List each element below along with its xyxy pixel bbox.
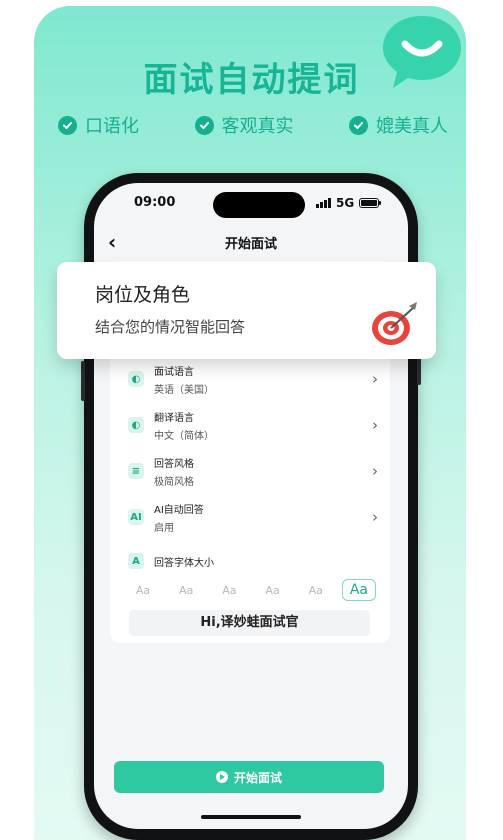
feature-label: 客观真实 — [221, 116, 294, 137]
settings-row-translate-language[interactable]: ◐ 翻译语言 中文（简体） › — [128, 405, 378, 445]
row-title: 回答字体大小 — [154, 557, 214, 569]
feature-item: 口语化 — [58, 112, 139, 138]
check-circle-icon — [349, 115, 368, 135]
dynamic-island — [213, 192, 305, 218]
row-value: 中文（简体） — [154, 430, 214, 442]
nav-bar: ‹ 开始面试 — [94, 227, 408, 257]
row-title: 面试语言 — [154, 366, 194, 378]
headline: 面试自动提词 — [143, 60, 360, 100]
font-size-option[interactable]: Aa — [256, 584, 290, 597]
ai-icon: AI — [128, 509, 144, 525]
font-size-icon: A — [128, 553, 144, 569]
chevron-right-icon: › — [372, 508, 378, 526]
volume-down-button — [81, 361, 85, 401]
row-value: 极简风格 — [154, 476, 194, 488]
globe-icon: ◐ — [128, 371, 144, 387]
feature-label: 口语化 — [85, 116, 139, 137]
row-title: AI自动回答 — [154, 504, 204, 516]
font-size-option-selected[interactable]: Aa — [341, 579, 376, 601]
chevron-right-icon: › — [372, 416, 378, 434]
row-title: 翻译语言 — [154, 412, 194, 424]
settings-row-font-size: A 回答字体大小 — [128, 541, 378, 581]
start-interview-label: 开始面试 — [233, 770, 282, 785]
check-circle-icon — [194, 115, 214, 135]
font-size-option[interactable]: Aa — [126, 584, 160, 597]
feature-item: 客观真实 — [194, 112, 294, 138]
role-card-title: 岗位及角色 — [95, 284, 191, 306]
status-time: 09:00 — [134, 195, 176, 210]
row-value: 启用 — [154, 522, 174, 534]
nav-title: 开始面试 — [224, 237, 277, 252]
font-size-option[interactable]: Aa — [212, 584, 246, 597]
settings-row-ai-auto-answer[interactable]: AI AI自动回答 启用 › — [128, 497, 378, 537]
play-icon — [215, 771, 228, 783]
settings-row-interview-language[interactable]: ◐ 面试语言 英语（美国） › — [128, 359, 378, 399]
feature-item: 媲美真人 — [349, 112, 448, 138]
settings-row-answer-style[interactable]: ≡ 回答风格 极简风格 › — [128, 451, 378, 491]
font-size-option[interactable]: Aa — [169, 584, 203, 597]
globe-icon: ◐ — [128, 417, 144, 433]
feature-label: 媲美真人 — [376, 116, 448, 137]
network-label: 5G — [336, 196, 355, 210]
chevron-right-icon: › — [372, 462, 378, 480]
font-size-selector: Aa Aa Aa Aa Aa Aa — [126, 579, 376, 601]
start-interview-button[interactable]: 开始面试 — [114, 761, 384, 793]
signal-icon — [316, 198, 331, 208]
battery-icon — [359, 198, 382, 208]
feature-list: 口语化 客观真实 媲美真人 — [58, 113, 448, 137]
font-preview: Hi,译妙蛙面试官 — [129, 610, 370, 636]
row-value: 英语（美国） — [154, 384, 214, 396]
row-title: 回答风格 — [154, 458, 194, 470]
home-indicator — [201, 815, 301, 819]
role-card-subtitle: 结合您的情况智能回答 — [95, 318, 246, 336]
status-indicators: 5G — [316, 196, 382, 210]
target-dart-icon — [372, 302, 417, 345]
check-circle-icon — [58, 115, 77, 135]
font-size-option[interactable]: Aa — [299, 584, 333, 597]
chevron-right-icon: › — [372, 370, 378, 388]
role-card[interactable]: 岗位及角色 结合您的情况智能回答 — [57, 262, 436, 359]
align-left-icon: ≡ — [128, 463, 144, 479]
